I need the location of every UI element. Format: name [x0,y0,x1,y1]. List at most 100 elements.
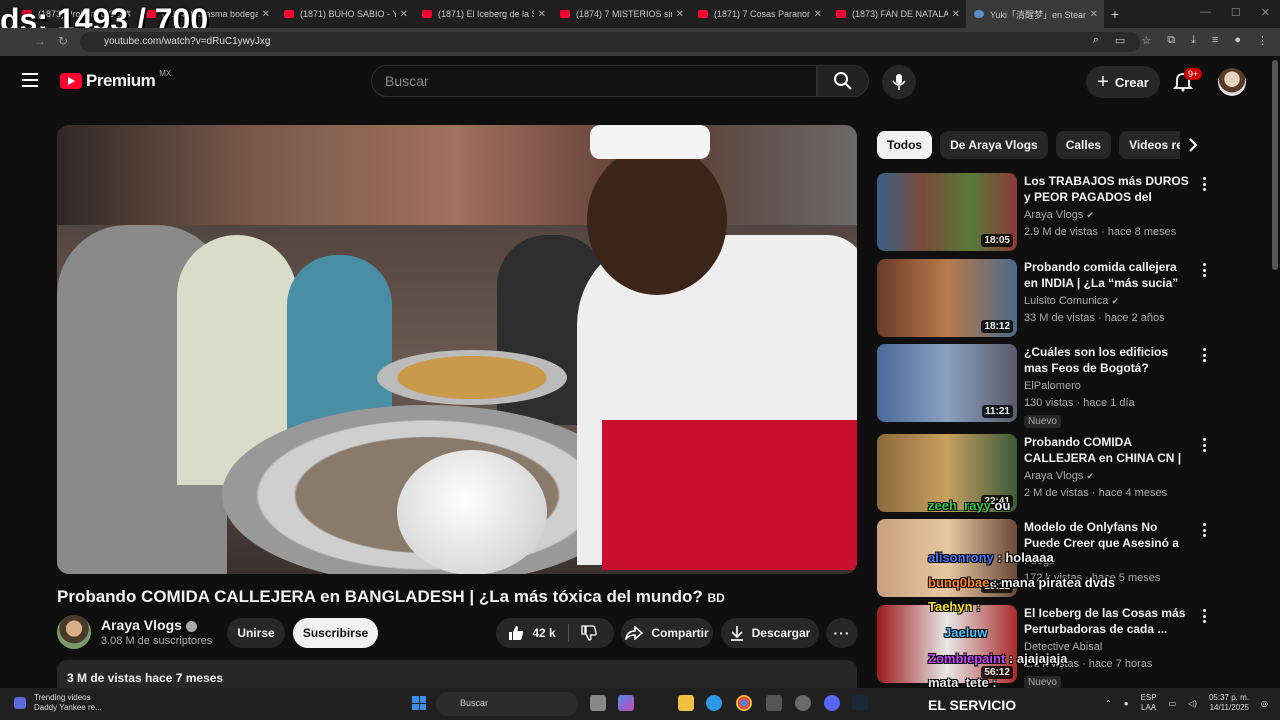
chips-next-button[interactable] [1180,131,1206,159]
search-button[interactable] [817,65,869,97]
channel-name[interactable]: Araya Vlogs [101,617,197,633]
kebab-menu-icon[interactable] [1203,523,1207,537]
close-window-icon[interactable]: ✕ [1261,6,1270,19]
related-title[interactable]: El Iceberg de las Cosas más Perturbadora… [1024,605,1194,637]
page-scrollbar[interactable] [1272,60,1278,270]
create-button[interactable]: + Crear [1086,66,1160,98]
extensions-icon[interactable]: ⧉ [1167,34,1175,47]
related-title[interactable]: Los TRABAJOS más DUROS y PEOR PAGADOS de… [1024,173,1194,207]
copilot-icon[interactable] [618,695,634,711]
view-count-date: 3 M de vistas hace 7 meses [67,671,224,685]
video-player[interactable] [57,125,857,574]
tab-title: (1871) 7 Cosas Paranorm [714,9,810,19]
reload-icon[interactable]: ↻ [58,34,68,48]
language-indicator[interactable]: ESP LAA [1141,693,1157,713]
file-explorer-icon[interactable] [678,695,694,711]
related-channel[interactable]: ElPalomero [1024,380,1081,392]
browser-tab[interactable]: (1871) 7 Cosas Paranorm ✕ [690,0,828,28]
account-avatar[interactable] [1218,68,1246,96]
related-video[interactable]: 56:12 El Iceberg de las Cosas más Pertur… [877,605,1207,689]
subscribe-button[interactable]: Suscribirse [293,618,378,648]
browser-tab[interactable]: (1871) El Iceberg de la Sel ✕ [414,0,552,28]
related-video[interactable]: 18:12 Probando comida callejera en INDIA… [877,259,1207,339]
clock[interactable]: 05:37 p. m. 14/11/2025 [1209,693,1249,713]
close-tab-icon[interactable]: ✕ [400,9,408,20]
app-icon[interactable] [766,695,782,711]
chip-de-araya-vlogs[interactable]: De Araya Vlogs [940,131,1048,159]
notifications-tray-icon[interactable]: ◎ [1261,699,1268,708]
channel-avatar[interactable] [57,615,91,649]
close-tab-icon[interactable]: ✕ [1090,9,1098,20]
related-title[interactable]: Probando COMIDA CALLEJERA en CHINA CN | … [1024,434,1194,468]
network-icon[interactable]: ▭ [1169,699,1177,708]
search-input[interactable]: Buscar [371,65,817,97]
browser-tab[interactable]: (1871) BÚHO SABIO - You ✕ [276,0,414,28]
task-view-icon[interactable] [590,695,606,711]
close-tab-icon[interactable]: ✕ [952,9,960,20]
video-thumbnail[interactable]: 11:21 [877,344,1017,422]
browser-tab[interactable]: (1874) 7 MISTERIOS sin re ✕ [552,0,690,28]
browser-tab[interactable]: (1873) FAN DE NATALAN ✕ [828,0,966,28]
obs-icon[interactable] [795,695,811,711]
related-channel[interactable]: Araya Vlogs ✔ [1024,470,1094,482]
chip-calles[interactable]: Calles [1055,131,1112,159]
related-channel[interactable]: Luisito Comunica ✔ [1024,295,1119,307]
system-tray: ⌃ ● ESP LAA ▭ ◁) 05:37 p. m. 14/11/2025 ◎ [1105,693,1268,713]
forward-icon[interactable]: → [34,34,46,48]
windows-start-icon[interactable] [412,696,426,710]
chrome-icon[interactable] [736,695,752,711]
video-thumbnail[interactable]: 18:05 [877,173,1017,251]
bookmark-star-icon[interactable]: ☆ [1141,34,1151,47]
edge-icon[interactable] [706,695,722,711]
downloads-icon[interactable]: ⤓ [1191,34,1196,47]
maximize-icon[interactable]: ☐ [1231,6,1241,19]
cast-icon[interactable]: ▭ [1115,34,1125,47]
menu-icon[interactable] [22,73,38,87]
join-button[interactable]: Unirse [227,618,285,648]
notification-badge: 9+ [1184,68,1203,80]
video-thumbnail[interactable]: 56:12 [877,605,1017,683]
kebab-menu-icon[interactable] [1203,177,1207,191]
close-tab-icon[interactable]: ✕ [676,9,684,20]
related-video[interactable]: 22:41 Probando COMIDA CALLEJERA en CHINA… [877,434,1207,514]
like-button[interactable]: 42 k [496,618,568,648]
close-tab-icon[interactable]: ✕ [262,9,270,20]
voice-search-button[interactable] [882,65,916,99]
close-tab-icon[interactable]: ✕ [538,9,546,20]
video-thumbnail[interactable]: 18:12 [877,259,1017,337]
close-tab-icon[interactable]: ✕ [814,9,822,20]
related-title[interactable]: Modelo de Onlyfans No Puede Creer que As… [1024,519,1194,553]
related-channel[interactable]: Araya Vlogs ✔ [1024,209,1094,221]
browser-tab-active[interactable]: Yuki「清醒梦」en Steam ✕ [966,0,1104,28]
kebab-menu-icon[interactable] [1203,609,1207,623]
discord-icon[interactable] [824,695,840,711]
reading-list-icon[interactable]: ≡ [1212,34,1218,47]
related-video[interactable]: 11:21 ¿Cuáles son los edificios mas Feos… [877,344,1207,428]
youtube-premium-logo[interactable]: Premium MX [60,69,171,91]
related-title[interactable]: Probando comida callejera en INDIA | ¿La… [1024,259,1194,293]
taskbar-search[interactable]: Buscar [436,692,578,716]
kebab-menu-icon[interactable] [1203,438,1207,452]
profile-icon[interactable]: ● [1234,34,1241,47]
new-tab-button[interactable]: + [1104,6,1126,22]
related-video[interactable]: 18:05 Los TRABAJOS más DUROS y PEOR PAGA… [877,173,1207,253]
thumbs-up-icon [509,626,524,640]
kebab-menu-icon[interactable] [1203,348,1207,362]
more-dots-icon: ··· [833,625,851,641]
browser-menu-icon[interactable]: ⋮ [1257,34,1268,47]
url-field[interactable]: youtube.com/watch?v=dRuC1ywyJxg [80,32,1140,52]
dislike-button[interactable] [574,624,604,642]
download-button[interactable]: Descargar [721,618,819,648]
kebab-menu-icon[interactable] [1203,263,1207,277]
tray-chevron-icon[interactable]: ⌃ [1105,699,1112,708]
more-actions-button[interactable]: ··· [826,618,858,648]
share-button[interactable]: Compartir [621,618,713,648]
zoom-icon[interactable]: ⌕ [1093,34,1099,47]
related-meta: 33 M de vistas · hace 2 años [1024,312,1165,324]
steam-icon[interactable] [852,695,868,711]
volume-icon[interactable]: ◁) [1188,699,1197,708]
minimize-icon[interactable]: — [1200,6,1211,19]
chip-todos[interactable]: Todos [877,131,933,159]
tray-mic-icon[interactable]: ● [1124,699,1129,708]
related-title[interactable]: ¿Cuáles son los edificios mas Feos de Bo… [1024,344,1194,376]
